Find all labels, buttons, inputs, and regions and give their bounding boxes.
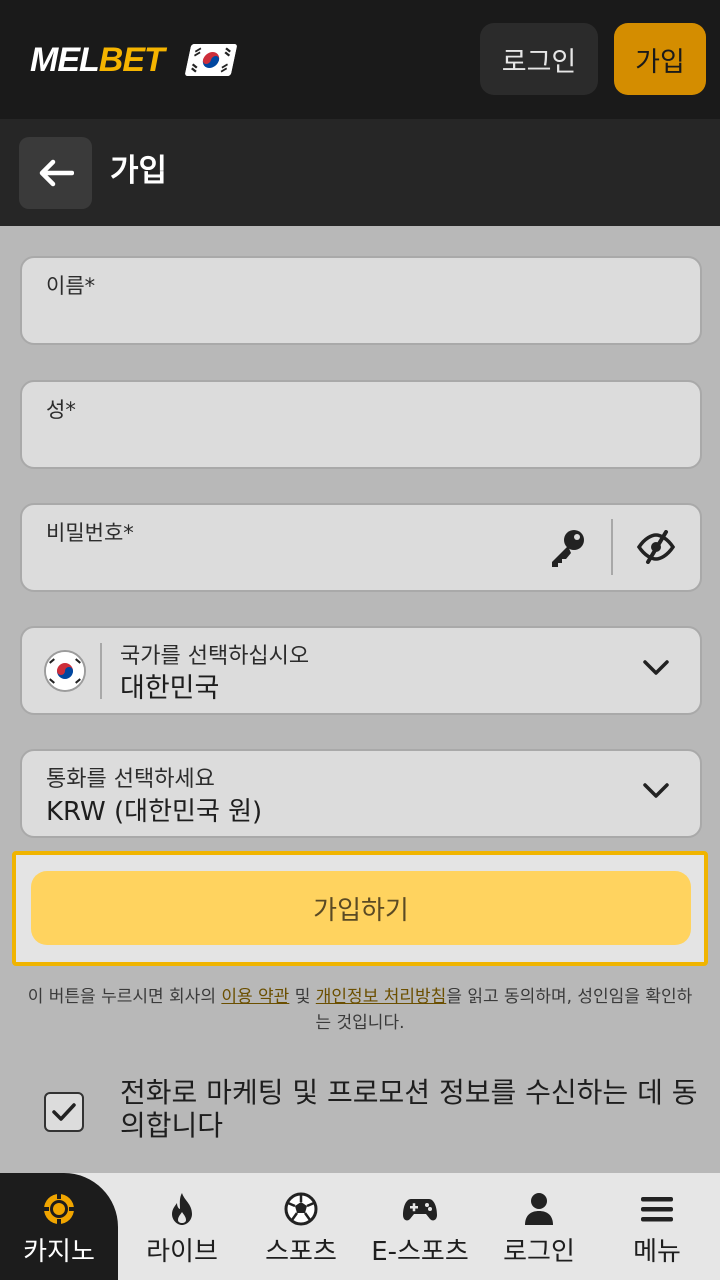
chevron-down-icon bbox=[642, 782, 670, 804]
password-divider bbox=[611, 519, 613, 575]
melbet-logo[interactable]: MELBET bbox=[30, 40, 165, 80]
country-flag-icon bbox=[44, 650, 86, 692]
password-label: 비밀번호* bbox=[46, 521, 134, 545]
password-field[interactable]: 비밀번호* bbox=[20, 503, 702, 592]
nav-label-casino: 카지노 bbox=[23, 1237, 95, 1267]
eye-slash-icon[interactable] bbox=[636, 530, 676, 568]
nav-label-login: 로그인 bbox=[503, 1237, 575, 1267]
privacy-policy-link[interactable]: 개인정보 처리방침 bbox=[316, 987, 447, 1007]
korea-flag-icon bbox=[184, 44, 238, 76]
key-icon[interactable] bbox=[546, 527, 588, 573]
last-name-field[interactable]: 성* bbox=[20, 380, 702, 469]
marketing-consent-checkbox[interactable] bbox=[44, 1092, 84, 1132]
first-name-input[interactable] bbox=[46, 298, 526, 334]
soccer-ball-icon bbox=[284, 1191, 318, 1227]
gamepad-icon bbox=[402, 1191, 438, 1227]
currency-label: 통화를 선택하세요 bbox=[46, 767, 215, 792]
country-select[interactable]: 국가를 선택하십시오 대한민국 bbox=[20, 626, 702, 715]
nav-label-menu: 메뉴 bbox=[633, 1237, 681, 1267]
terms-prefix: 이 버튼을 누르시면 회사의 bbox=[27, 987, 222, 1007]
bottom-navigation: 카지노 라이브 스포츠 E-스포츠 로그인 메뉴 bbox=[0, 1173, 720, 1280]
casino-chip-icon bbox=[42, 1191, 76, 1227]
nav-label-live: 라이브 bbox=[146, 1237, 218, 1267]
currency-select[interactable]: 통화를 선택하세요 KRW (대한민국 원) bbox=[20, 749, 702, 838]
currency-value: KRW (대한민국 원) bbox=[46, 797, 263, 827]
country-divider bbox=[100, 643, 102, 699]
back-button[interactable] bbox=[19, 137, 92, 209]
country-value: 대한민국 bbox=[120, 673, 220, 704]
chevron-down-icon bbox=[642, 659, 670, 681]
nav-item-casino[interactable]: 카지노 bbox=[0, 1173, 118, 1280]
last-name-input[interactable] bbox=[46, 422, 526, 458]
nav-label-esports: E-스포츠 bbox=[371, 1237, 469, 1267]
nav-item-menu[interactable]: 메뉴 bbox=[598, 1173, 716, 1280]
page-title: 가입 bbox=[110, 153, 168, 189]
first-name-field[interactable]: 이름* bbox=[20, 256, 702, 345]
password-input[interactable] bbox=[46, 545, 526, 581]
marketing-consent-label[interactable]: 전화로 마케팅 및 프로모션 정보를 수신하는 데 동의합니다 bbox=[120, 1076, 700, 1142]
top-header: MELBET 로그인 가입 bbox=[0, 0, 720, 119]
terms-notice: 이 버튼을 누르시면 회사의 이용 약관 및 개인정보 처리방침을 읽고 동의하… bbox=[20, 984, 700, 1036]
register-submit-button[interactable]: 가입하기 bbox=[31, 871, 691, 945]
user-icon bbox=[524, 1191, 554, 1227]
logo-text-bet: BET bbox=[98, 41, 165, 79]
nav-label-sports: 스포츠 bbox=[265, 1237, 337, 1267]
sub-header: 가입 bbox=[0, 119, 720, 226]
header-register-button[interactable]: 가입 bbox=[614, 23, 706, 95]
submit-highlight-frame: 가입하기 bbox=[12, 851, 708, 966]
nav-item-live[interactable]: 라이브 bbox=[124, 1173, 240, 1280]
terms-of-use-link[interactable]: 이용 약관 bbox=[221, 987, 289, 1007]
hamburger-menu-icon bbox=[640, 1191, 674, 1227]
header-login-button[interactable]: 로그인 bbox=[480, 23, 598, 95]
checkmark-icon bbox=[52, 1103, 76, 1121]
nav-item-login[interactable]: 로그인 bbox=[480, 1173, 598, 1280]
arrow-left-icon bbox=[39, 159, 74, 187]
last-name-label: 성* bbox=[46, 398, 76, 422]
nav-item-sports[interactable]: 스포츠 bbox=[242, 1173, 360, 1280]
terms-middle: 및 bbox=[289, 987, 316, 1007]
flame-icon bbox=[168, 1191, 196, 1227]
first-name-label: 이름* bbox=[46, 274, 96, 298]
logo-text-mel: MEL bbox=[30, 41, 100, 79]
nav-item-esports[interactable]: E-스포츠 bbox=[360, 1173, 480, 1280]
